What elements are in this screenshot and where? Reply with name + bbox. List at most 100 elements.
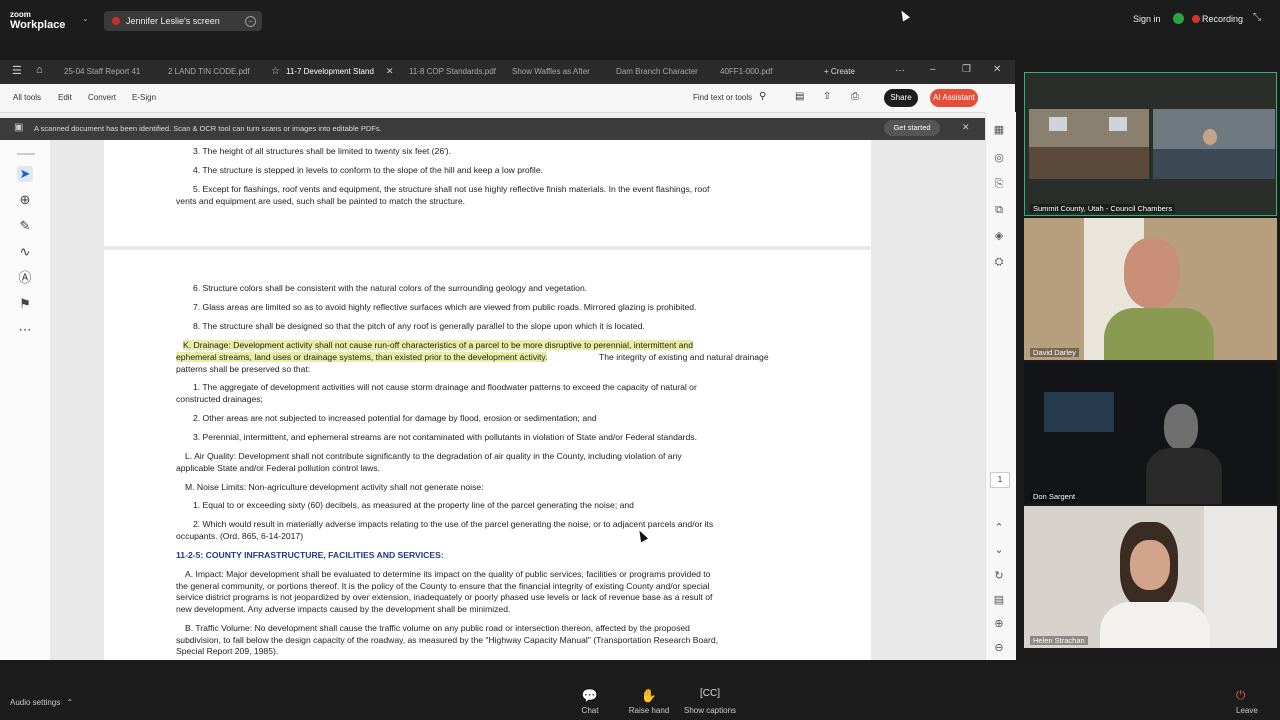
pages-icon[interactable]: ⎘ bbox=[991, 176, 1007, 192]
participant-tile-council[interactable] bbox=[1024, 72, 1277, 216]
scan-notice-text: A scanned document has been identified. … bbox=[34, 124, 382, 133]
doc-line: 1. The aggregate of development activiti… bbox=[193, 382, 697, 392]
doc-line: 3. The height of all structures shall be… bbox=[193, 146, 451, 156]
chat-icon[interactable]: 💬 bbox=[560, 688, 620, 704]
tab-staff-report[interactable]: 25-04 Staff Report 41 bbox=[64, 62, 140, 82]
get-started-button[interactable]: Get started bbox=[884, 120, 940, 136]
sign-in-link[interactable]: Sign in bbox=[1133, 14, 1161, 24]
menu-edit[interactable]: Edit bbox=[58, 93, 72, 102]
council-video-left bbox=[1029, 109, 1149, 179]
chat-button-label[interactable]: Chat bbox=[560, 706, 620, 715]
save-icon[interactable]: ▤ bbox=[795, 91, 804, 102]
doc-line: applicable State and/or Federal pollutio… bbox=[176, 463, 380, 473]
participant-tile-david[interactable] bbox=[1024, 218, 1277, 360]
screen-share-indicator[interactable]: Jennifer Leslie's screen – bbox=[104, 11, 262, 31]
tab-dam-branch[interactable]: Dam Branch Character bbox=[616, 62, 698, 82]
doc-section-heading: 11-2-5: COUNTY INFRASTRUCTURE, FACILITIE… bbox=[176, 550, 444, 560]
participant-name: Summit County, Utah - Council Chambers bbox=[1030, 204, 1176, 213]
close-window-icon[interactable]: ✕ bbox=[993, 64, 1001, 75]
close-share-icon[interactable]: – bbox=[245, 16, 256, 27]
restore-icon[interactable]: ❐ bbox=[962, 64, 971, 75]
captions-icon[interactable]: [CC] bbox=[680, 688, 740, 699]
audio-settings-button[interactable]: Audio settings ⌃ bbox=[10, 698, 73, 707]
page-down-icon[interactable]: ⌄ bbox=[991, 542, 1007, 558]
tab-development-stand[interactable]: 11-7 Development Stand bbox=[286, 62, 374, 82]
raise-hand-label[interactable]: Raise hand bbox=[619, 706, 679, 715]
leave-icon[interactable]: ⏻ bbox=[1236, 688, 1246, 703]
bookmark-icon[interactable]: ◎ bbox=[991, 150, 1007, 166]
pen-icon[interactable]: ✎ bbox=[17, 218, 33, 234]
doc-line: B. Traffic Volume: No development shall … bbox=[185, 623, 690, 633]
captions-label[interactable]: Show captions bbox=[680, 706, 740, 715]
doc-line: new development. Any adverse impacts cau… bbox=[176, 604, 511, 614]
create-button[interactable]: + Create bbox=[824, 62, 855, 82]
doc-line: 5. Except for flashings, roof vents and … bbox=[193, 184, 710, 194]
save-copy-icon[interactable]: ▤ bbox=[991, 592, 1007, 608]
menu-esign[interactable]: E-Sign bbox=[132, 93, 156, 102]
share-dot-icon bbox=[112, 17, 120, 25]
doc-line: subdivision, to fall below the design ca… bbox=[176, 635, 719, 645]
menu-convert[interactable]: Convert bbox=[88, 93, 116, 102]
comment-icon[interactable]: ▦ bbox=[991, 122, 1007, 138]
doc-line: patterns shall be preserved so that: bbox=[176, 364, 311, 374]
zoom-in-icon[interactable]: ⊕ bbox=[991, 616, 1007, 632]
recording-dot-icon bbox=[1192, 15, 1200, 23]
close-notice-icon[interactable]: ✕ bbox=[962, 122, 970, 133]
doc-line: 2. Other areas are not subjected to incr… bbox=[193, 413, 597, 423]
recording-label[interactable]: Recording bbox=[1202, 14, 1243, 24]
select-cursor-icon[interactable]: ➤ bbox=[17, 166, 33, 182]
participant-tile-helen[interactable] bbox=[1024, 506, 1277, 648]
participant-name: Helen Strachan bbox=[1030, 636, 1088, 645]
more-tools-icon[interactable]: ⋯ bbox=[17, 322, 33, 338]
chevron-down-icon[interactable]: ⌄ bbox=[82, 14, 89, 23]
doc-line: occupants. (Ord. 865, 6-14-2017) bbox=[176, 531, 304, 541]
doc-line: 8. The structure shall be designed so th… bbox=[193, 321, 645, 331]
screen-share-label: Jennifer Leslie's screen bbox=[126, 16, 220, 26]
minimize-icon[interactable]: – bbox=[930, 64, 936, 75]
star-icon[interactable]: ☆ bbox=[271, 66, 280, 77]
doc-line: The integrity of existing and natural dr… bbox=[599, 352, 769, 362]
tab-waffles[interactable]: Show Waffles as After bbox=[512, 62, 590, 82]
raise-hand-icon[interactable]: ✋ bbox=[619, 688, 679, 704]
doc-line: 2. Which would result in materially adve… bbox=[193, 519, 714, 529]
stamp-icon[interactable]: ⚑ bbox=[17, 296, 33, 312]
zoom-out-icon[interactable]: ⊖ bbox=[991, 640, 1007, 656]
doc-line: 1. Equal to or exceeding sixty (60) deci… bbox=[193, 500, 634, 510]
tab-land-code[interactable]: 2 LAND TIN CODE.pdf bbox=[168, 62, 250, 82]
home-icon[interactable]: ⌂ bbox=[36, 64, 43, 76]
menu-icon[interactable]: ☰ bbox=[12, 64, 22, 77]
doc-line-highlighted: K. Drainage: Development activity shall … bbox=[183, 340, 693, 350]
audio-settings-label: Audio settings bbox=[10, 698, 61, 707]
menu-all-tools[interactable]: All tools bbox=[13, 93, 41, 102]
more-icon[interactable]: ··· bbox=[895, 65, 905, 76]
upload-icon[interactable]: ⇧ bbox=[823, 91, 831, 102]
layers-icon[interactable]: ◈ bbox=[991, 228, 1007, 244]
find-tools-input[interactable]: Find text or tools bbox=[693, 93, 752, 102]
participant-tile-don[interactable] bbox=[1024, 362, 1277, 504]
fullscreen-icon[interactable]: ⤡ bbox=[1253, 12, 1261, 23]
zoom-logo-line2: Workplace bbox=[10, 19, 66, 31]
accessibility-icon[interactable]: ⛭ bbox=[991, 254, 1007, 270]
leave-label[interactable]: Leave bbox=[1236, 706, 1258, 715]
tab-40ff1[interactable]: 40FF1-000.pdf bbox=[720, 62, 772, 82]
attachments-icon[interactable]: ⧉ bbox=[991, 202, 1007, 218]
create-label: Create bbox=[830, 67, 855, 76]
doc-line: 4. The structure is stepped in levels to… bbox=[193, 165, 543, 175]
text-box-icon[interactable]: Ⓐ bbox=[17, 270, 33, 286]
page-up-icon[interactable]: ⌃ bbox=[991, 520, 1007, 536]
draw-icon[interactable]: ∿ bbox=[17, 244, 33, 260]
doc-line: the general community, or portions there… bbox=[176, 581, 710, 591]
tab-cop-standards[interactable]: 11-8 COP Standards.pdf bbox=[409, 62, 496, 82]
security-shield-icon[interactable] bbox=[1173, 13, 1184, 24]
print-icon[interactable]: ⎙ bbox=[851, 91, 859, 102]
search-icon[interactable]: ⚲ bbox=[759, 91, 766, 102]
refresh-icon[interactable]: ↻ bbox=[991, 568, 1007, 584]
ai-assistant-button[interactable]: AI Assistant bbox=[930, 89, 978, 107]
page-number-box[interactable]: 1 bbox=[990, 472, 1010, 488]
doc-line: 7. Glass areas are limited so as to avoi… bbox=[193, 302, 697, 312]
close-tab-icon[interactable]: ✕ bbox=[386, 66, 394, 77]
share-button[interactable]: Share bbox=[884, 89, 918, 107]
doc-line: Special Report 209, 1985). bbox=[176, 646, 279, 656]
participant-name: Don Sargent bbox=[1030, 492, 1079, 501]
zoom-tool-icon[interactable]: ⊕ bbox=[17, 192, 33, 208]
